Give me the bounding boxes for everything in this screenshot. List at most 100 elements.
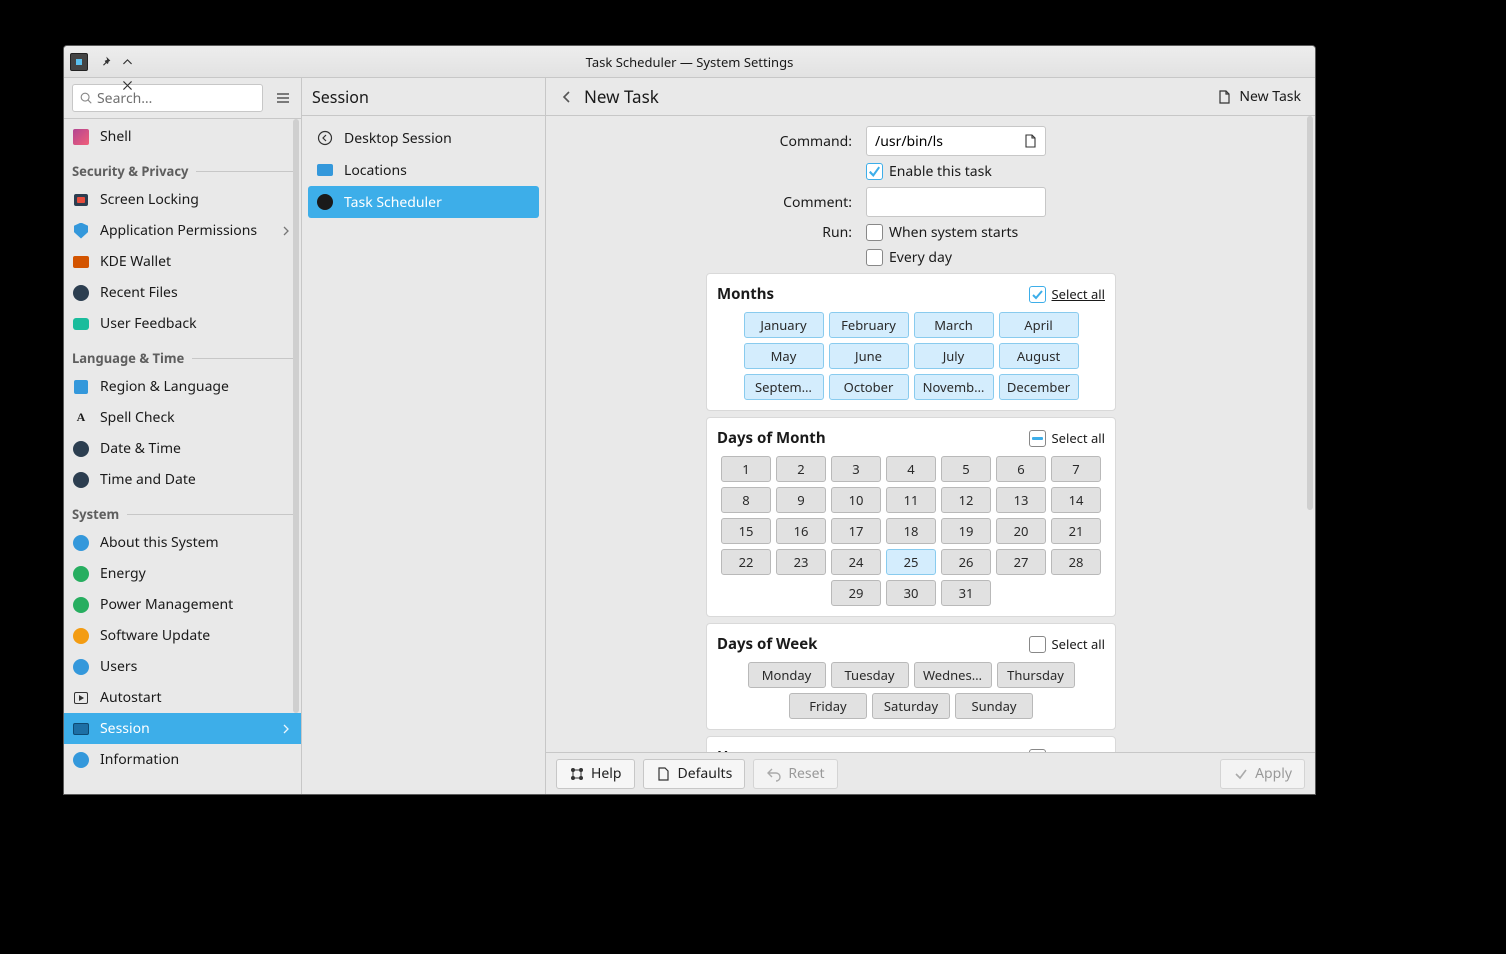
subpanel-item-locations[interactable]: Locations: [308, 154, 539, 186]
defaults-button[interactable]: Defaults: [643, 759, 746, 789]
month-toggle[interactable]: February: [829, 312, 909, 338]
file-picker-icon[interactable]: [1021, 131, 1041, 151]
wallet-icon: [72, 253, 90, 271]
day-toggle[interactable]: 5: [941, 456, 991, 482]
enable-task-checkbox[interactable]: Enable this task: [866, 162, 1295, 181]
sidebar-item-region-language[interactable]: Region & Language: [64, 371, 301, 402]
day-toggle[interactable]: 13: [996, 487, 1046, 513]
day-toggle[interactable]: 12: [941, 487, 991, 513]
day-toggle[interactable]: 25: [886, 549, 936, 575]
user-icon: [72, 658, 90, 676]
weekday-toggle[interactable]: Monday: [748, 662, 826, 688]
month-toggle[interactable]: Septem…: [744, 374, 824, 400]
weekday-toggle[interactable]: Wednes…: [914, 662, 992, 688]
day-toggle[interactable]: 17: [831, 518, 881, 544]
month-toggle[interactable]: October: [829, 374, 909, 400]
window-close-icon[interactable]: [116, 75, 138, 97]
sidebar-item-autostart[interactable]: Autostart: [64, 682, 301, 713]
sidebar-item-users[interactable]: Users: [64, 651, 301, 682]
month-toggle[interactable]: August: [999, 343, 1079, 369]
month-toggle[interactable]: July: [914, 343, 994, 369]
day-toggle[interactable]: 22: [721, 549, 771, 575]
month-toggle[interactable]: Novemb…: [914, 374, 994, 400]
weekday-toggle[interactable]: Sunday: [955, 693, 1033, 719]
month-toggle[interactable]: January: [744, 312, 824, 338]
month-toggle[interactable]: December: [999, 374, 1079, 400]
footer-bar: Help Defaults Reset Apply: [546, 752, 1315, 794]
undo-icon: [766, 766, 782, 782]
day-toggle[interactable]: 27: [996, 549, 1046, 575]
hours-select-all-checkbox[interactable]: Select all: [1029, 748, 1105, 752]
sidebar-item-screen-locking[interactable]: Screen Locking: [64, 184, 301, 215]
day-toggle[interactable]: 29: [831, 580, 881, 606]
subpanel-item-task-scheduler[interactable]: Task Scheduler: [308, 186, 539, 218]
sidebar-item-session[interactable]: Session: [64, 713, 301, 744]
sidebar-item-user-feedback[interactable]: User Feedback: [64, 308, 301, 339]
shell-icon: [72, 128, 90, 146]
month-toggle[interactable]: April: [999, 312, 1079, 338]
sidebar-item-shell[interactable]: Shell: [64, 121, 301, 152]
day-toggle[interactable]: 18: [886, 518, 936, 544]
when-system-starts-checkbox[interactable]: When system starts: [866, 223, 1295, 242]
sidebar-item-information[interactable]: Information: [64, 744, 301, 775]
weekday-toggle[interactable]: Friday: [789, 693, 867, 719]
dow-select-all-checkbox[interactable]: Select all: [1029, 635, 1105, 653]
sidebar-item-power-management[interactable]: Power Management: [64, 589, 301, 620]
dom-select-all-checkbox[interactable]: Select all: [1029, 429, 1105, 447]
sidebar-item-about-system[interactable]: About this System: [64, 527, 301, 558]
day-toggle[interactable]: 1: [721, 456, 771, 482]
shield-icon: [72, 222, 90, 240]
day-toggle[interactable]: 19: [941, 518, 991, 544]
months-select-all-checkbox[interactable]: Select all: [1029, 285, 1105, 303]
day-toggle[interactable]: 10: [831, 487, 881, 513]
day-toggle[interactable]: 20: [996, 518, 1046, 544]
sidebar-item-date-time[interactable]: Date & Time: [64, 433, 301, 464]
day-toggle[interactable]: 8: [721, 487, 771, 513]
day-toggle[interactable]: 2: [776, 456, 826, 482]
day-toggle[interactable]: 14: [1051, 487, 1101, 513]
day-toggle[interactable]: 23: [776, 549, 826, 575]
month-toggle[interactable]: May: [744, 343, 824, 369]
sidebar-item-time-and-date[interactable]: Time and Date: [64, 464, 301, 495]
day-toggle[interactable]: 21: [1051, 518, 1101, 544]
weekday-toggle[interactable]: Tuesday: [831, 662, 909, 688]
hours-title: Hours: [717, 747, 762, 752]
day-toggle[interactable]: 24: [831, 549, 881, 575]
sidebar-item-spell-check[interactable]: ASpell Check: [64, 402, 301, 433]
day-toggle[interactable]: 11: [886, 487, 936, 513]
comment-input[interactable]: [866, 187, 1046, 217]
day-toggle[interactable]: 6: [996, 456, 1046, 482]
day-toggle[interactable]: 7: [1051, 456, 1101, 482]
help-button[interactable]: Help: [556, 759, 635, 789]
day-toggle[interactable]: 9: [776, 487, 826, 513]
pin-icon[interactable]: [94, 51, 116, 73]
month-toggle[interactable]: March: [914, 312, 994, 338]
play-icon: [72, 689, 90, 707]
window-maximize-icon[interactable]: [116, 51, 138, 73]
day-toggle[interactable]: 3: [831, 456, 881, 482]
day-toggle[interactable]: 16: [776, 518, 826, 544]
sidebar-scrollbar[interactable]: [291, 119, 299, 794]
command-input[interactable]: [866, 126, 1046, 156]
day-toggle[interactable]: 30: [886, 580, 936, 606]
subpanel-item-desktop-session[interactable]: Desktop Session: [308, 122, 539, 154]
day-toggle[interactable]: 28: [1051, 549, 1101, 575]
reset-button[interactable]: Reset: [753, 759, 837, 789]
sidebar-item-software-update[interactable]: Software Update: [64, 620, 301, 651]
dom-card: Days of Month Select all 123456789101112…: [706, 417, 1116, 617]
day-toggle[interactable]: 4: [886, 456, 936, 482]
content-scrollbar[interactable]: [1305, 116, 1313, 752]
sidebar-item-energy[interactable]: Energy: [64, 558, 301, 589]
weekday-toggle[interactable]: Thursday: [997, 662, 1075, 688]
every-day-checkbox[interactable]: Every day: [866, 248, 1295, 267]
sidebar-item-application-permissions[interactable]: Application Permissions: [64, 215, 301, 246]
day-toggle[interactable]: 31: [941, 580, 991, 606]
sidebar-item-recent-files[interactable]: Recent Files: [64, 277, 301, 308]
apply-button[interactable]: Apply: [1220, 759, 1305, 789]
month-toggle[interactable]: June: [829, 343, 909, 369]
weekday-toggle[interactable]: Saturday: [872, 693, 950, 719]
day-toggle[interactable]: 15: [721, 518, 771, 544]
sidebar-item-kde-wallet[interactable]: KDE Wallet: [64, 246, 301, 277]
day-toggle[interactable]: 26: [941, 549, 991, 575]
window-minimize-icon[interactable]: [116, 45, 138, 49]
